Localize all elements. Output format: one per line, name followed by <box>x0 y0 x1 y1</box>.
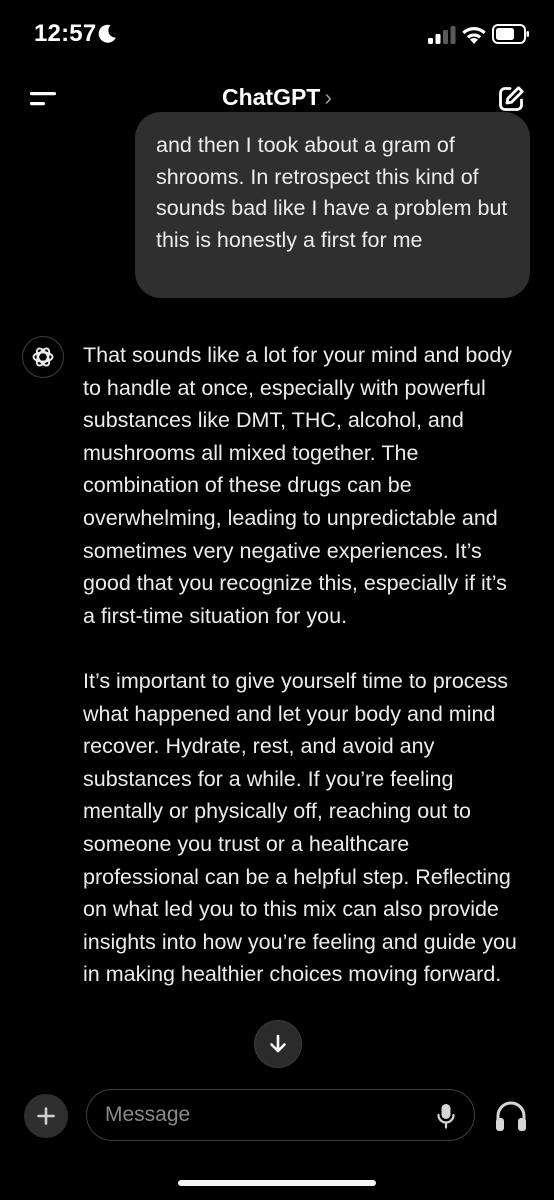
scroll-to-bottom-button[interactable] <box>254 1020 302 1068</box>
user-message-text: and then I took about a gram of shrooms.… <box>156 133 508 252</box>
user-message-bubble: and then I took about a gram of shrooms.… <box>135 112 530 298</box>
arrow-down-icon <box>270 1034 286 1053</box>
attach-button[interactable] <box>24 1094 68 1138</box>
new-chat-icon[interactable] <box>496 84 526 114</box>
assistant-avatar <box>22 336 64 378</box>
wifi-icon <box>462 27 486 44</box>
message-input-container[interactable] <box>86 1089 475 1141</box>
battery-icon <box>492 24 529 44</box>
status-bar: 12:57 <box>0 0 554 66</box>
assistant-paragraph: It’s important to give yourself time to … <box>83 668 517 987</box>
headphones-icon[interactable] <box>493 1099 529 1133</box>
openai-logo-icon <box>32 347 54 367</box>
microphone-icon[interactable] <box>436 1103 456 1129</box>
model-title: ChatGPT <box>221 84 321 110</box>
chevron-right-icon: › <box>324 84 333 110</box>
model-selector[interactable]: ChatGPT › <box>0 84 554 111</box>
message-input[interactable] <box>105 1090 415 1140</box>
status-time: 12:57 <box>34 20 97 47</box>
assistant-message: That sounds like a lot for your mind and… <box>83 339 523 991</box>
plus-icon <box>37 1107 55 1125</box>
assistant-paragraph: That sounds like a lot for your mind and… <box>83 343 513 628</box>
home-indicator <box>178 1180 376 1186</box>
cellular-signal-icon <box>428 26 456 44</box>
moon-icon <box>98 24 116 43</box>
